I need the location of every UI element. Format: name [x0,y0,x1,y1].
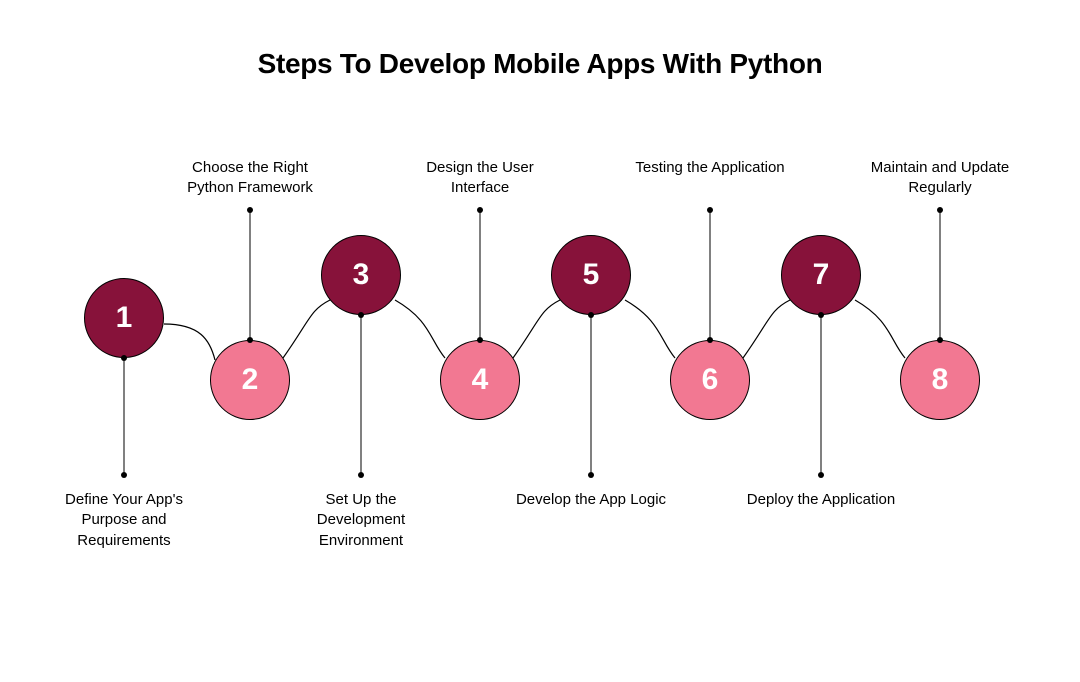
leader-line-8 [0,0,1080,682]
steps-diagram: 1 Define Your App's Purpose and Requirem… [0,0,1080,682]
step-label-8: Maintain and Update Regularly [860,158,1020,199]
